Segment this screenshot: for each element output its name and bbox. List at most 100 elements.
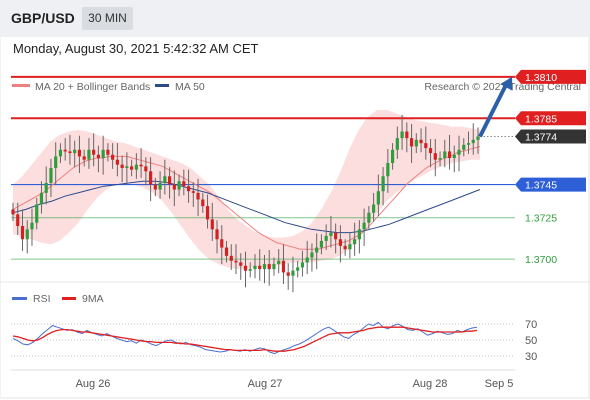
candle-body [63, 149, 67, 152]
candle-body [400, 131, 404, 139]
bollinger-band-fill [13, 110, 480, 270]
legend-swatch-rsi [12, 297, 27, 300]
candle-body [376, 191, 380, 205]
candle-body [149, 171, 153, 185]
candle-body [334, 232, 338, 240]
candle-body [466, 143, 471, 145]
candle-body [30, 222, 34, 230]
candle-body [44, 182, 48, 193]
x-tick-label: Sep 5 [485, 378, 514, 390]
candle-body [362, 222, 366, 230]
candle-body [87, 149, 91, 160]
candle-body [386, 163, 390, 177]
candle-body [220, 239, 224, 248]
candle-body [210, 219, 214, 230]
candle-body [101, 149, 105, 159]
rsi-line [12, 321, 478, 355]
candle-body [106, 149, 110, 155]
candle-body [462, 144, 466, 150]
candle-body [92, 149, 96, 155]
candle-body [96, 154, 101, 159]
legend-label-rsi: RSI [33, 293, 51, 305]
candle-body [324, 235, 328, 241]
candle-body [215, 229, 219, 240]
candle-body [163, 176, 167, 183]
candle-body [262, 264, 267, 270]
candle-body [409, 138, 414, 147]
candle-body [205, 206, 210, 220]
candle-body [229, 255, 233, 261]
candle-body [182, 181, 186, 187]
price-label: 1.3785 [525, 113, 557, 125]
candle-body [201, 199, 205, 207]
candle-body [433, 153, 437, 160]
candle-body [58, 149, 63, 157]
candle-body [73, 149, 77, 154]
price-labels: 1.3810 1.3785 1.3774 1.3745 1.3725 1.3700 [515, 69, 586, 266]
price-label: 1.3700 [525, 254, 557, 266]
main-legend: MA 20 + Bollinger Bands MA 50 [12, 81, 205, 93]
candle-body [405, 131, 409, 139]
candle-body [381, 176, 385, 192]
chart-area: MA 20 + Bollinger Bands MA 50 Research ©… [0, 37, 590, 399]
legend-swatch-ma50 [155, 84, 169, 87]
price-label: 1.3774 [525, 132, 557, 144]
legend-label-ma20: MA 20 + Bollinger Bands [35, 81, 150, 93]
rsi-y-tick: 50 [525, 335, 537, 347]
candle-body [68, 151, 72, 154]
candle-body [286, 272, 290, 276]
candle-body [11, 209, 15, 215]
candle-body [357, 229, 361, 240]
candle-body [177, 181, 181, 190]
candle-body [329, 232, 333, 236]
candle-body [144, 166, 148, 172]
candle-body [39, 192, 44, 205]
candle-body [35, 204, 39, 223]
candle-body [395, 138, 399, 150]
candle-body [372, 204, 376, 213]
legend-label-9ma: 9MA [82, 293, 104, 305]
rsi-y-tick: 30 [525, 351, 537, 363]
bollinger-bands [13, 110, 480, 270]
x-tick-label: Aug 27 [248, 378, 283, 390]
candle-body [54, 156, 58, 168]
candle-body [296, 267, 300, 271]
candle-body [130, 166, 134, 170]
candle-body [272, 264, 276, 270]
candle-body [291, 270, 295, 276]
candle-body [82, 156, 86, 160]
candle-body [248, 269, 252, 271]
candle-body [443, 151, 447, 159]
candle-body [348, 244, 352, 250]
rsi-y-tick: 70 [525, 319, 537, 331]
candle-body [424, 143, 428, 149]
candle-body [167, 176, 172, 185]
candle-body [438, 158, 442, 160]
candle [296, 260, 300, 278]
candle-body [224, 247, 229, 256]
candle-body [134, 164, 138, 170]
candle-body [343, 245, 347, 250]
candle-body [25, 229, 29, 240]
candle-body [125, 166, 129, 168]
legend-label-ma50: MA 50 [175, 81, 205, 93]
candle-body [281, 260, 286, 273]
candle-body [419, 139, 423, 144]
candle-body [77, 149, 82, 157]
candle-body [196, 192, 200, 200]
candle-body [338, 239, 342, 246]
candle-body [315, 247, 319, 253]
candle-body [300, 262, 305, 268]
rsi-lines [12, 321, 478, 355]
candle-body [49, 168, 53, 183]
x-axis-labels: Aug 26 Aug 27 Aug 28 Sep 5 [76, 378, 514, 390]
candle-body [153, 184, 157, 190]
candle-body [172, 184, 176, 190]
candle-body [253, 265, 257, 270]
candle-body [191, 191, 195, 193]
rsi-legend: RSI 9MA [12, 293, 104, 305]
candle-body [139, 164, 143, 167]
candle-body [16, 214, 20, 226]
candle-body [305, 257, 309, 263]
candle-body [111, 154, 115, 160]
